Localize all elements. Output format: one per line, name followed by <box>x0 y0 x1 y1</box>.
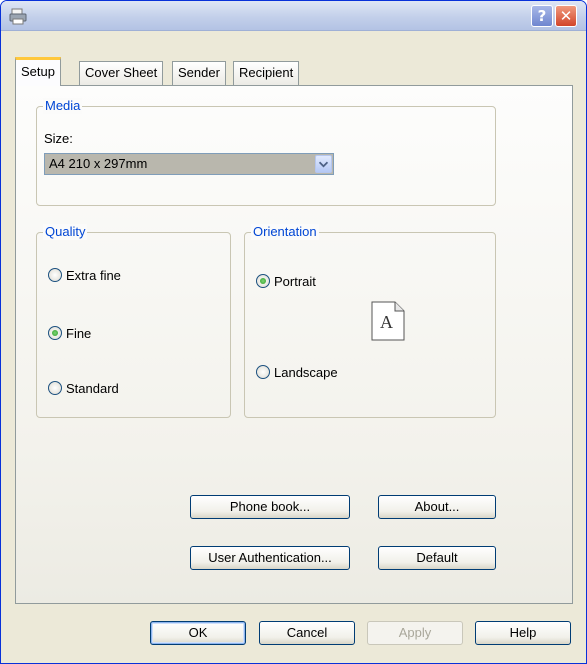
title-bar[interactable]: ? ✕ <box>1 1 586 31</box>
help-button[interactable]: Help <box>475 621 571 645</box>
orientation-portrait-label: Portrait <box>274 273 316 289</box>
quality-standard-radio[interactable]: Standard <box>48 379 119 397</box>
radio-checked-icon <box>48 326 62 340</box>
quality-standard-label: Standard <box>66 380 119 396</box>
orientation-portrait-radio[interactable]: Portrait <box>256 272 316 290</box>
close-title-button[interactable]: ✕ <box>555 5 577 27</box>
help-title-button[interactable]: ? <box>531 5 553 27</box>
user-authentication-button[interactable]: User Authentication... <box>190 546 350 570</box>
orientation-group: Orientation Portrait Landscape <box>244 224 496 418</box>
about-button[interactable]: About... <box>378 495 496 519</box>
tab-recipient-label: Recipient <box>239 65 294 80</box>
orientation-landscape-label: Landscape <box>274 364 338 380</box>
page-preview-icon: A <box>371 301 405 341</box>
size-select[interactable]: A4 210 x 297mm <box>44 153 334 175</box>
tab-cover-sheet[interactable]: Cover Sheet <box>79 61 164 85</box>
close-x-icon: ✕ <box>559 7 573 25</box>
quality-fine-label: Fine <box>66 325 92 341</box>
question-mark-icon: ? <box>537 7 547 25</box>
quality-extra-fine-label: Extra fine <box>66 267 121 283</box>
quality-fine-radio[interactable]: Fine <box>48 324 91 342</box>
media-group: Media Size: A4 210 x 297mm <box>36 98 496 206</box>
tab-cover-sheet-label: Cover Sheet <box>85 65 158 80</box>
quality-group-label: Quality <box>43 224 88 240</box>
phone-book-button[interactable]: Phone book... <box>190 495 350 519</box>
apply-button: Apply <box>367 621 463 645</box>
dropdown-arrow-icon[interactable] <box>315 155 332 173</box>
orientation-group-label: Orientation <box>251 224 319 240</box>
media-group-label: Media <box>43 98 83 114</box>
size-label: Size: <box>44 131 73 146</box>
quality-extra-fine-radio[interactable]: Extra fine <box>48 266 121 284</box>
orientation-landscape-radio[interactable]: Landscape <box>256 363 338 381</box>
radio-unchecked-icon <box>48 268 62 282</box>
setup-panel: Media Size: A4 210 x 297mm Quality Extra… <box>15 85 573 604</box>
tab-setup-label: Setup <box>21 64 55 79</box>
printer-icon <box>9 8 27 25</box>
preview-letter: A <box>380 312 393 332</box>
radio-checked-icon <box>256 274 270 288</box>
radio-unchecked-icon <box>256 365 270 379</box>
tab-sender-label: Sender <box>178 65 220 80</box>
tab-sender[interactable]: Sender <box>172 61 226 85</box>
quality-group: Quality Extra fine Fine Standard <box>36 224 231 418</box>
tab-setup[interactable]: Setup <box>15 57 61 86</box>
cancel-button[interactable]: Cancel <box>259 621 355 645</box>
tab-recipient[interactable]: Recipient <box>233 61 300 85</box>
size-select-value: A4 210 x 297mm <box>49 156 148 171</box>
ok-button[interactable]: OK <box>150 621 246 645</box>
radio-unchecked-icon <box>48 381 62 395</box>
default-button[interactable]: Default <box>378 546 496 570</box>
dialog-window: ? ✕ Setup Cover Sheet Sender Recipient M… <box>0 0 587 664</box>
